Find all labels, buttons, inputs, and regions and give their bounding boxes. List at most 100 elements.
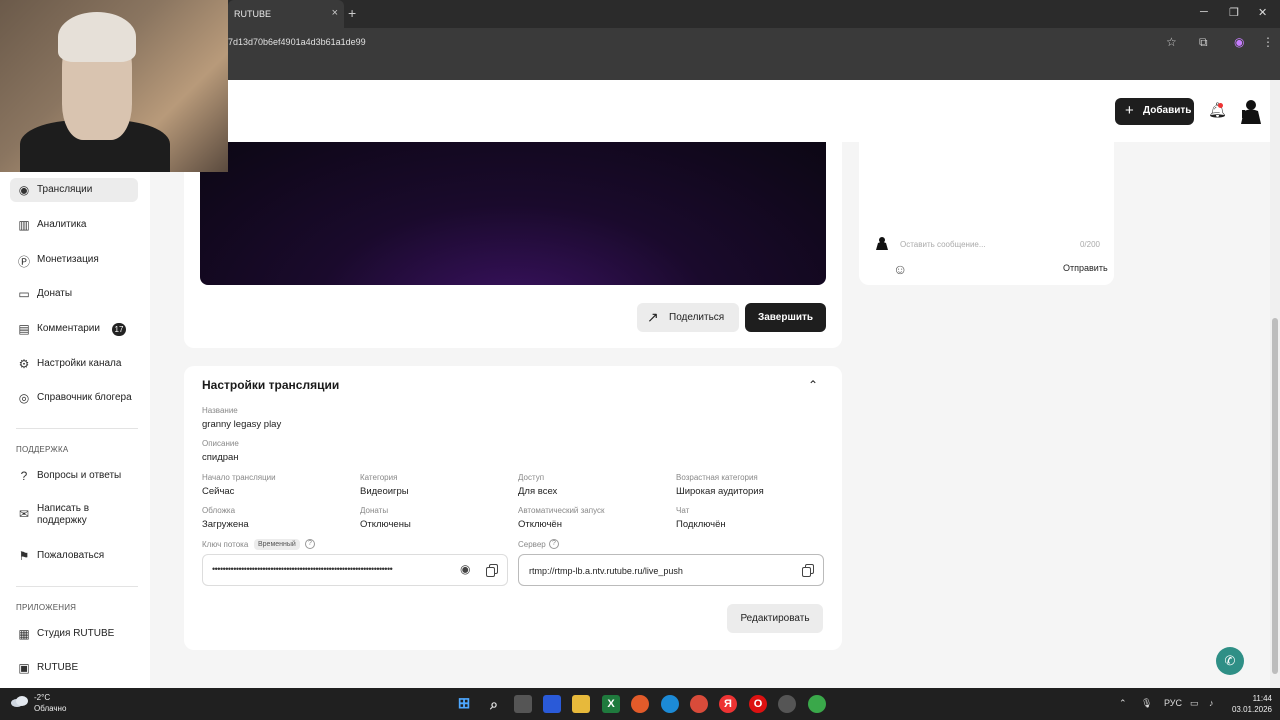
- excel-icon[interactable]: X: [602, 695, 620, 713]
- browser-tab[interactable]: RUTUBE ×: [228, 0, 344, 28]
- field-value-start: Сейчас: [202, 486, 235, 497]
- clock-date[interactable]: 03.01.2026: [1226, 705, 1272, 714]
- sidebar-divider: [16, 586, 138, 587]
- network-icon[interactable]: ▭: [1190, 698, 1199, 709]
- share-arrow-icon: ↗: [647, 309, 659, 325]
- add-button-label: Добавить: [1143, 105, 1192, 116]
- clock-time[interactable]: 11:44: [1232, 694, 1272, 703]
- tab-title: RUTUBE: [234, 9, 272, 19]
- finish-stream-button[interactable]: Завершить: [745, 303, 826, 332]
- chat-user-avatar: [875, 236, 889, 250]
- settings-title: Настройки трансляции: [202, 378, 340, 392]
- help-icon[interactable]: ?: [549, 539, 559, 549]
- store-icon[interactable]: [543, 695, 561, 713]
- task-view-icon[interactable]: [514, 695, 532, 713]
- copy-icon[interactable]: [486, 564, 498, 577]
- support-chat-button[interactable]: ✆: [1216, 647, 1244, 675]
- new-tab-button[interactable]: +: [348, 5, 356, 21]
- share-button[interactable]: ↗ Поделиться: [637, 303, 739, 332]
- sidebar-item-blogger-guide[interactable]: ◎ Справочник блогера: [10, 386, 138, 410]
- url-text[interactable]: 7d13d70b6ef4901a4d3b61a1de99: [228, 37, 366, 47]
- edge-browser-icon[interactable]: [661, 695, 679, 713]
- webcam-person-hair: [58, 12, 136, 62]
- play-icon: ▣: [18, 661, 30, 675]
- sidebar-item-label: Вопросы и ответы: [37, 470, 122, 481]
- file-explorer-icon[interactable]: [572, 695, 590, 713]
- messenger-icon[interactable]: [808, 695, 826, 713]
- gear-icon: ⚙: [18, 357, 30, 371]
- sidebar-item-report[interactable]: ⚑ Пожаловаться: [10, 544, 138, 568]
- sidebar-item-monetization[interactable]: Ⓟ Монетизация: [10, 248, 138, 272]
- field-label-autostart: Автоматический запуск: [518, 506, 605, 515]
- media-app-icon[interactable]: [631, 695, 649, 713]
- sidebar-item-rutube[interactable]: ▣ RUTUBE: [10, 656, 138, 680]
- copy-icon[interactable]: [802, 564, 814, 577]
- notification-dot: [1218, 103, 1223, 108]
- share-button-label: Поделиться: [669, 312, 725, 323]
- sidebar-section-support: ПОДДЕРЖКА: [16, 445, 69, 454]
- server-label: Сервер: [518, 540, 546, 549]
- search-icon[interactable]: ⌕: [485, 695, 503, 713]
- sidebar-item-contact-support[interactable]: ✉ Написать в поддержку: [10, 498, 110, 532]
- chart-icon: ▥: [18, 218, 30, 232]
- eye-icon[interactable]: ◉: [460, 562, 470, 576]
- volume-icon[interactable]: ♪: [1209, 698, 1214, 708]
- weather-temperature[interactable]: -2°C: [34, 693, 50, 702]
- scrollbar-thumb[interactable]: [1272, 318, 1278, 674]
- add-button[interactable]: + Добавить: [1115, 98, 1194, 125]
- field-value-donations: Отключены: [360, 519, 411, 530]
- sidebar-item-analytics[interactable]: ▥ Аналитика: [10, 213, 138, 237]
- extensions-icon[interactable]: ⧉: [1199, 35, 1208, 50]
- microphone-icon[interactable]: 🎙︎: [1141, 698, 1152, 709]
- close-window-icon[interactable]: ✕: [1258, 6, 1267, 19]
- sidebar-item-broadcasts[interactable]: ◉ Трансляции: [10, 178, 138, 202]
- tray-chevron-up-icon[interactable]: ⌃: [1119, 698, 1127, 709]
- minimize-icon[interactable]: ─: [1200, 6, 1208, 18]
- chat-char-counter: 0/200: [1079, 240, 1100, 249]
- weather-description[interactable]: Облачно: [34, 704, 66, 713]
- maximize-icon[interactable]: ❐: [1229, 6, 1239, 19]
- stream-preview-video[interactable]: [200, 142, 826, 285]
- wallet-icon: ▭: [18, 287, 30, 301]
- help-icon[interactable]: ?: [305, 539, 315, 549]
- browser-menu-icon[interactable]: ⋮: [1262, 35, 1274, 49]
- avatar-silhouette-icon: [1241, 100, 1261, 124]
- field-label-chat: Чат: [676, 506, 690, 515]
- sidebar-divider: [16, 428, 138, 429]
- book-icon: ◎: [18, 391, 30, 405]
- plus-icon: +: [1125, 102, 1134, 119]
- grid-icon: ▦: [18, 627, 30, 641]
- sidebar-item-label: Справочник блогера: [37, 392, 132, 403]
- sidebar-item-label: Настройки канала: [37, 358, 122, 369]
- sidebar-item-label: Пожаловаться: [37, 550, 105, 561]
- tab-close-icon[interactable]: ×: [332, 7, 338, 19]
- field-label-donations: Донаты: [360, 506, 389, 515]
- mail-icon: ✉: [18, 507, 30, 521]
- windows-start-icon[interactable]: ⊞: [455, 695, 473, 713]
- sidebar-item-faq[interactable]: ? Вопросы и ответы: [10, 464, 138, 488]
- chat-message-input[interactable]: Оставить сообщение...: [900, 240, 1060, 249]
- sidebar-item-donations[interactable]: ▭ Донаты: [10, 282, 138, 306]
- steam-icon[interactable]: [778, 695, 796, 713]
- bookmark-star-icon[interactable]: ☆: [1166, 35, 1177, 49]
- field-label-name: Название: [202, 406, 238, 415]
- chevron-up-icon[interactable]: ⌃: [808, 378, 818, 392]
- temporary-key-tag: Временный: [254, 539, 300, 550]
- chat-send-button[interactable]: Отправить: [1063, 263, 1108, 273]
- edit-settings-button[interactable]: Редактировать: [727, 604, 823, 633]
- language-indicator[interactable]: РУС: [1164, 698, 1182, 708]
- opera-browser-icon[interactable]: O: [749, 695, 767, 713]
- yandex-browser-icon[interactable]: Я: [719, 695, 737, 713]
- webcam-overlay: [0, 0, 228, 172]
- chrome-browser-icon[interactable]: [690, 695, 708, 713]
- sidebar-item-comments[interactable]: ▤ Комментарии 17: [10, 317, 138, 341]
- emoji-icon[interactable]: ☺: [893, 261, 907, 277]
- profile-icon[interactable]: ◉: [1234, 35, 1244, 49]
- field-label-access: Доступ: [518, 473, 545, 482]
- avatar-silhouette-icon: [876, 237, 888, 250]
- user-avatar[interactable]: [1238, 98, 1264, 124]
- sidebar-item-channel-settings[interactable]: ⚙ Настройки канала: [10, 352, 138, 376]
- field-value-description: спидран: [202, 452, 239, 463]
- sidebar-item-rutube-studio[interactable]: ▦ Студия RUTUBE: [10, 622, 138, 646]
- field-value-cover: Загружена: [202, 519, 249, 530]
